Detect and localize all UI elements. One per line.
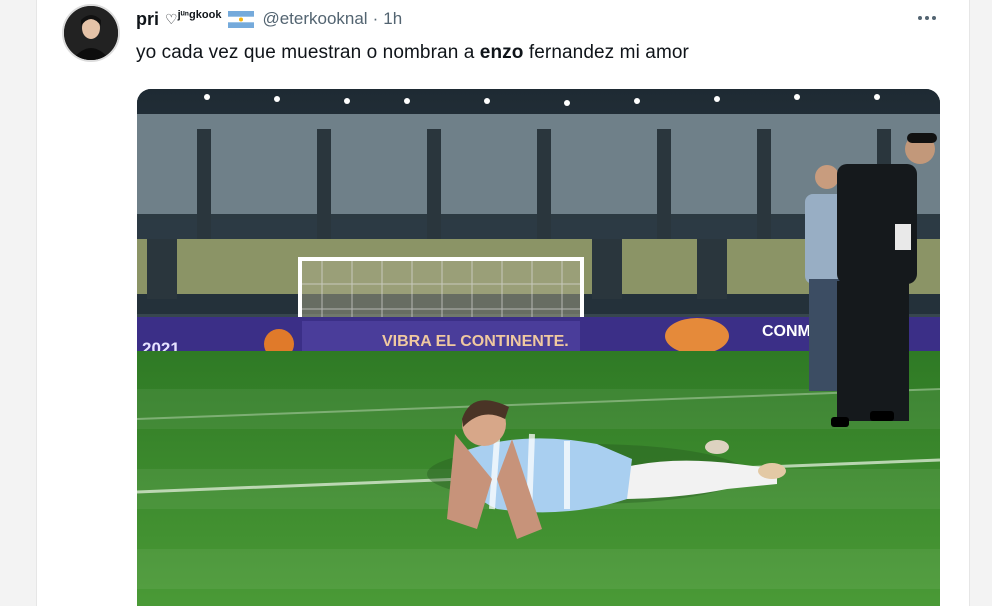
user-handle[interactable]: @eterkooknal	[262, 9, 367, 29]
argentina-flag-icon	[228, 10, 255, 28]
tweet-photo[interactable]: 2021 VIBRA EL CONTINENTE. CONM	[137, 89, 940, 606]
separator-dot: ·	[372, 9, 379, 28]
banner-slogan: VIBRA EL CONTINENTE.	[382, 333, 569, 350]
tweet-header: pri ♡ jᵘⁿgkook @eterkooknal · 1h	[136, 8, 402, 30]
name-suffix: jᵘⁿgkook	[177, 9, 222, 21]
avatar[interactable]	[62, 4, 120, 62]
tweet-text-before: yo cada vez que muestran o nombran a	[136, 42, 480, 63]
tweet-text-after: fernandez mi amor	[523, 42, 689, 63]
tweet-text-bold: enzo	[479, 42, 524, 63]
tweet-text: yo cada vez que muestran o nombran a enz…	[136, 42, 689, 64]
banner-right: CONM	[762, 323, 811, 340]
more-options-icon[interactable]	[913, 8, 941, 28]
display-name[interactable]: pri	[136, 9, 159, 30]
tweet-time[interactable]: 1h	[383, 9, 402, 29]
name-heart: ♡	[165, 10, 178, 27]
